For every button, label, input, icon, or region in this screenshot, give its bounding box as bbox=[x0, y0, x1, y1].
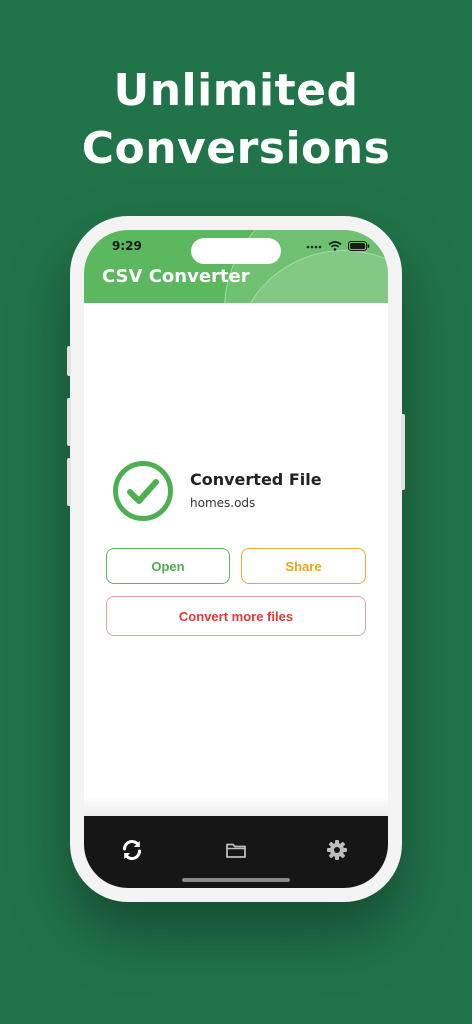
conversion-result: Converted File homes.ods bbox=[112, 460, 360, 521]
status-time: 9:29 bbox=[112, 239, 142, 253]
signal-dots-icon bbox=[306, 245, 322, 249]
folder-icon[interactable] bbox=[224, 838, 248, 862]
sync-icon[interactable] bbox=[120, 838, 144, 862]
wifi-icon bbox=[328, 241, 342, 251]
open-button[interactable]: Open bbox=[106, 548, 230, 584]
check-circle-icon bbox=[113, 461, 173, 521]
result-filename: homes.ods bbox=[190, 496, 256, 510]
status-icons bbox=[306, 241, 370, 251]
app-title: CSV Converter bbox=[102, 266, 250, 287]
share-button[interactable]: Share bbox=[241, 548, 366, 584]
result-title: Converted File bbox=[190, 470, 322, 489]
home-indicator bbox=[182, 878, 290, 882]
promo-headline: Unlimited Conversions bbox=[0, 62, 472, 178]
battery-icon bbox=[348, 241, 370, 251]
gear-icon[interactable] bbox=[325, 838, 349, 862]
headline-line-2: Conversions bbox=[81, 123, 391, 174]
tab-bar bbox=[84, 816, 388, 888]
convert-more-files-button[interactable]: Convert more files bbox=[106, 596, 366, 636]
phone-screen: 9:29 CSV Converter Converted File homes.… bbox=[84, 230, 388, 888]
phone-power-button bbox=[401, 414, 405, 490]
phone-volume-up-button bbox=[67, 398, 71, 446]
phone-volume-down-button bbox=[67, 458, 71, 506]
dynamic-island bbox=[191, 238, 281, 264]
tab-bar-shadow bbox=[84, 796, 388, 818]
headline-line-1: Unlimited bbox=[113, 65, 359, 116]
app-bar: 9:29 CSV Converter bbox=[84, 230, 388, 303]
phone-mute-button bbox=[67, 346, 71, 376]
